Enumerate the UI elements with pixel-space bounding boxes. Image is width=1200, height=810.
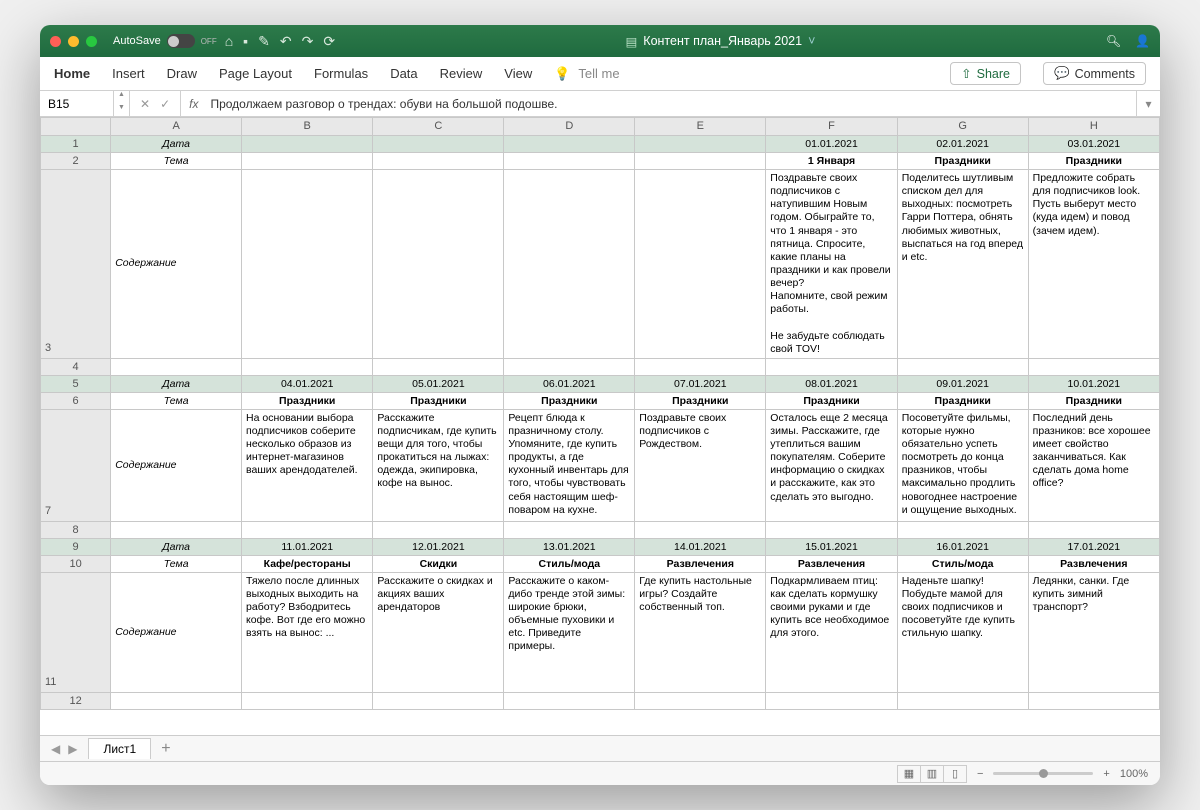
sheet-tab[interactable]: Лист1 <box>88 738 151 759</box>
fx-label[interactable]: fx <box>181 97 206 111</box>
col-g[interactable]: G <box>897 118 1028 136</box>
col-a[interactable]: A <box>111 118 242 136</box>
namebox-stepper[interactable]: ▲▼ <box>114 91 130 116</box>
search-icon[interactable]: 🔍︎ <box>1106 34 1121 48</box>
col-f[interactable]: F <box>766 118 897 136</box>
autosave-state: OFF <box>201 37 217 46</box>
tab-data[interactable]: Data <box>390 66 417 81</box>
grid-table: ABCDEFGH 1Дата01.01.202102.01.202103.01.… <box>40 117 1160 710</box>
confirm-icon[interactable]: ✓ <box>160 97 170 111</box>
autosave-toggle[interactable]: AutoSave OFF <box>113 34 217 48</box>
toggle-icon[interactable] <box>167 34 195 48</box>
zoom-in-icon[interactable]: + <box>1103 768 1109 780</box>
close-icon[interactable] <box>50 36 61 47</box>
title-text: Контент план_Январь 2021 <box>643 34 802 48</box>
sheet-nav[interactable]: ◀▶ <box>40 742 88 756</box>
edit-icon[interactable]: ✎ <box>258 33 270 50</box>
user-icon[interactable]: 👤 <box>1135 34 1150 48</box>
col-h[interactable]: H <box>1028 118 1159 136</box>
excel-icon: ▤ <box>625 34 637 49</box>
zoom-level[interactable]: 100% <box>1120 768 1148 780</box>
status-bar: ▦ ▥ ▯ − + 100% <box>40 761 1160 785</box>
expand-formula-icon[interactable]: ▾ <box>1136 91 1160 116</box>
page-break-icon[interactable]: ▯ <box>943 765 967 783</box>
tab-page-layout[interactable]: Page Layout <box>219 66 292 81</box>
col-e[interactable]: E <box>635 118 766 136</box>
row-12[interactable]: 12 <box>41 692 1160 709</box>
tab-formulas[interactable]: Formulas <box>314 66 368 81</box>
comment-icon: 💬 <box>1054 66 1070 81</box>
row-9[interactable]: 9Дата11.01.202112.01.202113.01.202114.01… <box>41 538 1160 555</box>
zoom-slider[interactable] <box>993 772 1093 775</box>
prev-sheet-icon[interactable]: ◀ <box>48 742 63 756</box>
formula-input[interactable]: Продолжаем разговор о трендах: обуви на … <box>206 97 1136 111</box>
row-5[interactable]: 5Дата04.01.202105.01.202106.01.202107.01… <box>41 375 1160 392</box>
zoom-icon[interactable] <box>86 36 97 47</box>
quick-access: ⌂ ▪ ✎ ↶ ↷ ⟳ <box>225 33 335 50</box>
zoom-out-icon[interactable]: − <box>977 768 983 780</box>
col-c[interactable]: C <box>373 118 504 136</box>
row-2[interactable]: 2Тема1 ЯнваряПраздникиПраздники <box>41 153 1160 170</box>
autosave-label: AutoSave <box>113 35 161 47</box>
formula-icons: ✕ ✓ <box>130 91 181 116</box>
tab-home[interactable]: Home <box>54 66 90 81</box>
tab-review[interactable]: Review <box>440 66 483 81</box>
row-1[interactable]: 1Дата01.01.202102.01.202103.01.2021 <box>41 136 1160 153</box>
comments-button[interactable]: 💬Comments <box>1043 62 1146 85</box>
name-box[interactable]: B15 <box>40 91 114 116</box>
add-sheet-button[interactable]: + <box>151 740 180 758</box>
undo-icon[interactable]: ↶ <box>280 33 292 50</box>
minimize-icon[interactable] <box>68 36 79 47</box>
row-8[interactable]: 8 <box>41 521 1160 538</box>
row-4[interactable]: 4 <box>41 358 1160 375</box>
save-icon[interactable]: ▪ <box>243 33 248 49</box>
refresh-icon[interactable]: ⟳ <box>323 33 335 50</box>
row-6[interactable]: 6ТемаПраздникиПраздникиПраздникиПраздник… <box>41 392 1160 409</box>
titlebar-right: 🔍︎ 👤 <box>1106 34 1150 48</box>
select-all-corner[interactable] <box>41 118 111 136</box>
tell-me[interactable]: Tell me <box>578 66 619 81</box>
row-10[interactable]: 10ТемаКафе/рестораныСкидкиСтиль/модаРазв… <box>41 555 1160 572</box>
page-layout-icon[interactable]: ▥ <box>920 765 944 783</box>
chevron-down-icon[interactable]: ˅ <box>808 34 815 48</box>
bulb-icon: 💡 <box>554 66 570 82</box>
column-headers[interactable]: ABCDEFGH <box>41 118 1160 136</box>
cancel-icon[interactable]: ✕ <box>140 97 150 111</box>
row-7[interactable]: 7СодержаниеНа основании выбора подписчик… <box>41 409 1160 521</box>
app-window: AutoSave OFF ⌂ ▪ ✎ ↶ ↷ ⟳ ▤ Контент план_… <box>40 25 1160 785</box>
col-d[interactable]: D <box>504 118 635 136</box>
document-title: ▤ Контент план_Январь 2021 ˅ <box>343 34 1098 49</box>
tab-draw[interactable]: Draw <box>167 66 197 81</box>
window-controls <box>50 36 97 47</box>
normal-view-icon[interactable]: ▦ <box>897 765 921 783</box>
row-11[interactable]: 11СодержаниеТяжело после длинных выходны… <box>41 572 1160 692</box>
titlebar: AutoSave OFF ⌂ ▪ ✎ ↶ ↷ ⟳ ▤ Контент план_… <box>40 25 1160 57</box>
tab-insert[interactable]: Insert <box>112 66 145 81</box>
col-b[interactable]: B <box>242 118 373 136</box>
next-sheet-icon[interactable]: ▶ <box>65 742 80 756</box>
view-buttons: ▦ ▥ ▯ <box>898 765 967 783</box>
spreadsheet-grid[interactable]: ABCDEFGH 1Дата01.01.202102.01.202103.01.… <box>40 117 1160 735</box>
row-3[interactable]: 3СодержаниеПоздравьте своих подписчиков … <box>41 170 1160 359</box>
share-icon: ⇧ <box>961 66 971 81</box>
home-icon[interactable]: ⌂ <box>225 33 233 49</box>
sheet-bar: ◀▶ Лист1 + <box>40 735 1160 761</box>
redo-icon[interactable]: ↷ <box>302 33 314 50</box>
formula-bar: B15 ▲▼ ✕ ✓ fx Продолжаем разговор о трен… <box>40 91 1160 117</box>
tab-view[interactable]: View <box>504 66 532 81</box>
ribbon: Home Insert Draw Page Layout Formulas Da… <box>40 57 1160 91</box>
share-button[interactable]: ⇧Share <box>950 62 1021 85</box>
